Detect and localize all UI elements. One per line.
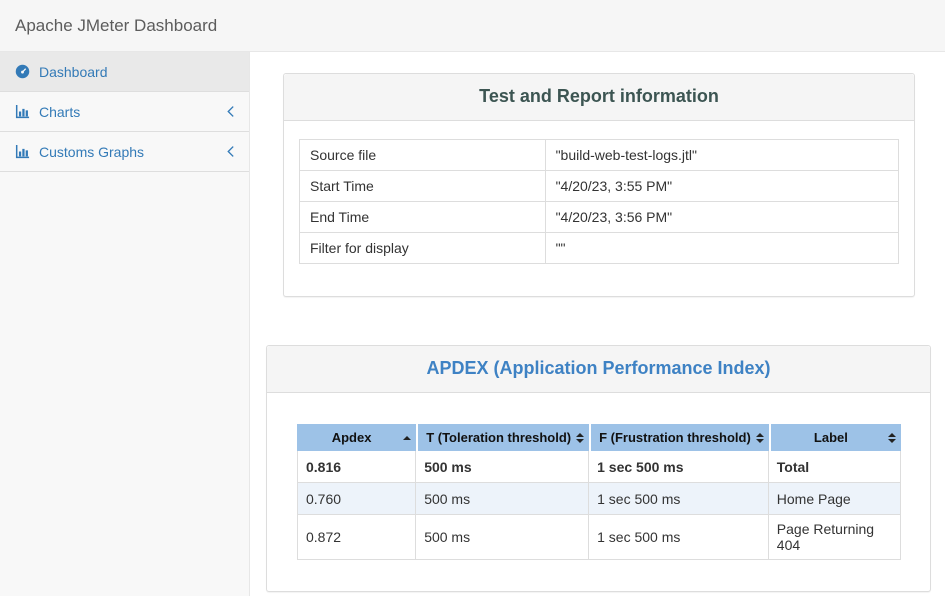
apdex-table: Apdex T (Toleration threshold) F (Frustrat… (297, 424, 901, 560)
sort-both-icon (576, 433, 584, 443)
column-label: F (Frustration threshold) (599, 430, 751, 445)
info-row-value: "build-web-test-logs.jtl" (545, 140, 898, 171)
info-row-label: End Time (300, 202, 546, 233)
apdex-column-header[interactable]: F (Frustration threshold) (589, 424, 769, 451)
bar-chart-icon (14, 144, 30, 159)
apdex-row: 0.872500 ms1 sec 500 msPage Returning 40… (297, 515, 901, 560)
main-content: Test and Report information Source file"… (250, 52, 945, 596)
apdex-row: 0.760500 ms1 sec 500 msHome Page (297, 483, 901, 515)
sidebar-item-label: Dashboard (39, 64, 108, 80)
layout: Dashboard Charts (0, 52, 945, 596)
apdex-cell: 500 ms (416, 483, 589, 515)
sort-both-icon (756, 433, 764, 443)
apdex-column-header[interactable]: Apdex (297, 424, 416, 451)
test-info-panel: Test and Report information Source file"… (283, 73, 915, 297)
bar-chart-icon (14, 104, 30, 119)
info-row-label: Source file (300, 140, 546, 171)
chevron-left-icon (226, 145, 235, 158)
page-title: Apache JMeter Dashboard (15, 16, 217, 36)
info-row-label: Start Time (300, 171, 546, 202)
info-row: Filter for display"" (300, 233, 899, 264)
info-row: Start Time"4/20/23, 3:55 PM" (300, 171, 899, 202)
sidebar: Dashboard Charts (0, 52, 250, 596)
test-info-panel-body: Source file"build-web-test-logs.jtl"Star… (284, 121, 914, 296)
apdex-panel-header: APDEX (Application Performance Index) (267, 346, 930, 393)
info-table-body: Source file"build-web-test-logs.jtl"Star… (300, 140, 899, 264)
apdex-cell: Page Returning 404 (769, 515, 901, 560)
sort-ascending-icon (403, 436, 411, 440)
column-label: Apdex (332, 430, 372, 445)
apdex-column-header[interactable]: T (Toleration threshold) (416, 424, 589, 451)
column-label: Label (814, 430, 848, 445)
apdex-cell: 500 ms (416, 451, 589, 483)
column-label: T (Toleration threshold) (426, 430, 571, 445)
test-info-panel-header: Test and Report information (284, 74, 914, 121)
apdex-cell: 500 ms (416, 515, 589, 560)
sidebar-item-label: Charts (39, 104, 80, 120)
test-info-table: Source file"build-web-test-logs.jtl"Star… (299, 139, 899, 264)
apdex-column-header[interactable]: Label (769, 424, 901, 451)
sidebar-item-customs-graphs[interactable]: Customs Graphs (0, 132, 249, 172)
sidebar-item-charts[interactable]: Charts (0, 92, 249, 132)
sort-both-icon (888, 433, 896, 443)
apdex-cell: 1 sec 500 ms (589, 483, 769, 515)
sidebar-item-dashboard[interactable]: Dashboard (0, 52, 249, 92)
info-row-label: Filter for display (300, 233, 546, 264)
apdex-cell: 1 sec 500 ms (589, 451, 769, 483)
apdex-cell: Total (769, 451, 901, 483)
apdex-cell: 0.816 (297, 451, 416, 483)
info-row-value: "4/20/23, 3:55 PM" (545, 171, 898, 202)
apdex-cell: Home Page (769, 483, 901, 515)
sidebar-item-label: Customs Graphs (39, 144, 144, 160)
apdex-panel: APDEX (Application Performance Index) Ap… (266, 345, 931, 592)
test-info-title: Test and Report information (299, 86, 899, 107)
apdex-row: 0.816500 ms1 sec 500 msTotal (297, 451, 901, 483)
apdex-table-body: 0.816500 ms1 sec 500 msTotal0.760500 ms1… (297, 451, 901, 560)
chevron-left-icon (226, 105, 235, 118)
apdex-cell: 0.872 (297, 515, 416, 560)
info-row: Source file"build-web-test-logs.jtl" (300, 140, 899, 171)
top-header: Apache JMeter Dashboard (0, 0, 945, 52)
info-row-value: "" (545, 233, 898, 264)
apdex-panel-body: Apdex T (Toleration threshold) F (Frustrat… (267, 393, 930, 591)
apdex-cell: 0.760 (297, 483, 416, 515)
apdex-header-row: Apdex T (Toleration threshold) F (Frustrat… (297, 424, 901, 451)
tachometer-icon (14, 64, 30, 79)
info-row: End Time"4/20/23, 3:56 PM" (300, 202, 899, 233)
info-row-value: "4/20/23, 3:56 PM" (545, 202, 898, 233)
apdex-cell: 1 sec 500 ms (589, 515, 769, 560)
apdex-title: APDEX (Application Performance Index) (282, 358, 915, 379)
